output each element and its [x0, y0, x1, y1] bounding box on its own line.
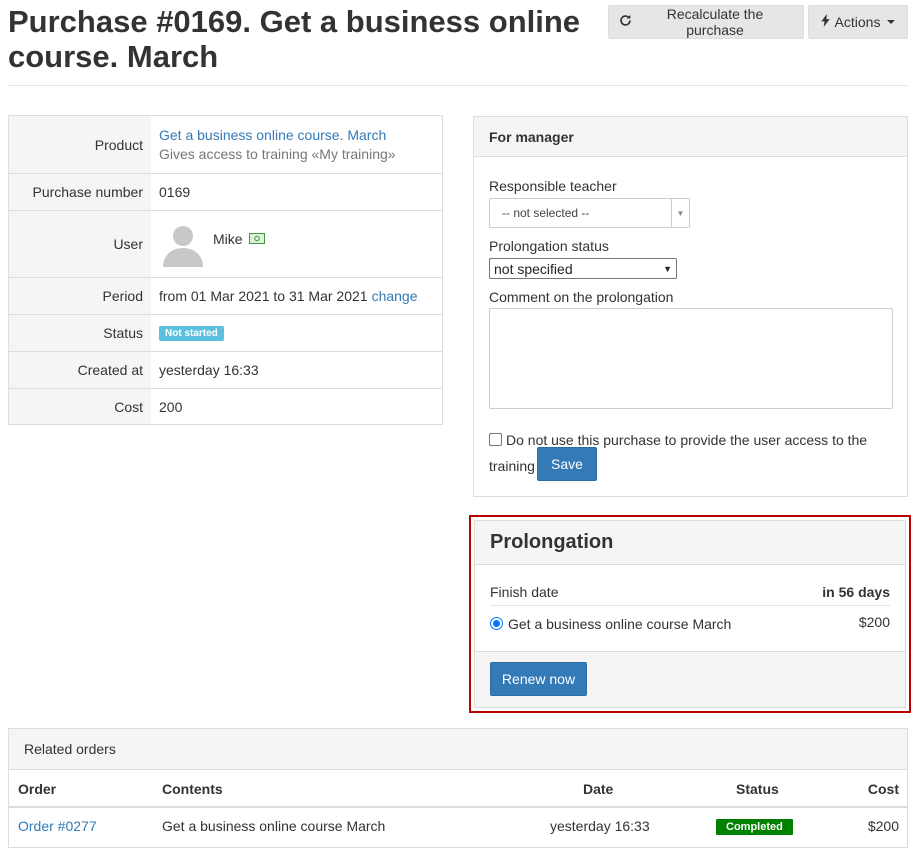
actions-label: Actions [834, 14, 881, 30]
status-label: Status [9, 315, 151, 351]
dropdown-arrow-icon: ▼ [671, 199, 689, 227]
created-label: Created at [9, 352, 151, 388]
finish-date-row: Finish date in 56 days [490, 581, 890, 603]
user-row: User Mike [9, 210, 442, 277]
status-row: Status Not started [9, 314, 442, 351]
teacher-label: Responsible teacher [489, 178, 617, 194]
period-change-link[interactable]: change [372, 288, 418, 304]
prolongation-footer: Renew now [475, 651, 905, 707]
cost-value: 200 [159, 398, 183, 415]
recalculate-label: Recalculate the purchase [666, 6, 764, 38]
number-label: Purchase number [9, 174, 151, 210]
page-title: Purchase #0169. Get a business online co… [8, 4, 581, 74]
header-divider [8, 85, 908, 86]
comment-label: Comment on the prolongation [489, 289, 674, 305]
purchase-info-table: Product Get a business online course. Ma… [8, 115, 443, 425]
order-status-badge: Completed [716, 819, 793, 835]
related-orders-panel: Related orders Order Contents Date Statu… [8, 728, 908, 848]
product-link[interactable]: Get a business online course. March [159, 127, 386, 143]
order-link[interactable]: Order #0277 [18, 818, 97, 834]
email-icon[interactable] [248, 231, 265, 247]
product-description: Gives access to training «My training» [159, 146, 396, 162]
actions-button[interactable]: Actions [808, 5, 908, 39]
prolongation-divider [490, 605, 890, 606]
cost-row: Cost 200 [9, 388, 442, 424]
related-orders-title: Related orders [9, 729, 907, 770]
finish-date-value: in 56 days [822, 584, 890, 600]
period-row: Period from 01 Mar 2021 to 31 Mar 2021 c… [9, 277, 442, 314]
column-header-date: Date [583, 781, 614, 797]
product-row: Product Get a business online course. Ma… [9, 116, 442, 173]
column-header-cost: Cost [867, 781, 899, 797]
comment-textarea[interactable] [489, 308, 893, 409]
user-label: User [9, 211, 151, 277]
column-header-status: Status [736, 781, 779, 797]
finish-date-label: Finish date [490, 584, 559, 600]
number-value: 0169 [159, 184, 191, 200]
order-contents: Get a business online course March [162, 818, 386, 834]
teacher-select[interactable]: -- not selected -- ▼ [489, 198, 690, 228]
period-label: Period [9, 278, 151, 314]
no-access-checkbox[interactable] [489, 433, 502, 446]
prolongation-option[interactable]: Get a business online course March $200 [490, 613, 890, 635]
cost-label: Cost [9, 389, 151, 424]
prolongation-option-label: Get a business online course March [508, 616, 732, 632]
caret-down-icon [887, 20, 896, 24]
manager-panel-title: For manager [474, 117, 907, 157]
created-row: Created at yesterday 16:33 [9, 351, 442, 388]
status-badge: Not started [159, 325, 224, 341]
prolongation-panel: Prolongation Finish date in 56 days Get … [469, 515, 911, 713]
prolong-status-label: Prolongation status [489, 238, 609, 254]
manager-panel: For manager Responsible teacher -- not s… [473, 116, 908, 497]
save-button[interactable]: Save [537, 447, 597, 481]
column-header-contents: Contents [162, 781, 223, 797]
teacher-select-value: -- not selected -- [502, 206, 590, 220]
recalculate-button[interactable]: Recalculate the purchase [608, 5, 804, 39]
order-date: yesterday 16:33 [550, 818, 650, 834]
period-text: from 01 Mar 2021 to 31 Mar 2021 [159, 288, 368, 304]
user-avatar[interactable] [159, 219, 207, 270]
refresh-icon [619, 14, 632, 30]
user-name-link[interactable]: Mike [213, 231, 243, 247]
prolongation-title: Prolongation [475, 521, 905, 565]
bolt-icon [820, 14, 830, 30]
prolong-status-select[interactable]: not specified ▼ [489, 258, 677, 279]
created-value: yesterday 16:33 [159, 362, 259, 378]
order-cost: $200 [867, 818, 899, 834]
table-header-rule [9, 806, 907, 808]
prolongation-option-radio[interactable] [490, 617, 503, 630]
prolongation-option-price: $200 [858, 614, 890, 630]
product-label: Product [9, 116, 151, 173]
column-header-order: Order [18, 781, 57, 797]
number-row: Purchase number 0169 [9, 173, 442, 210]
renew-now-button[interactable]: Renew now [490, 662, 587, 696]
chevron-down-icon: ▼ [663, 264, 672, 274]
prolong-status-value: not specified [494, 260, 573, 277]
